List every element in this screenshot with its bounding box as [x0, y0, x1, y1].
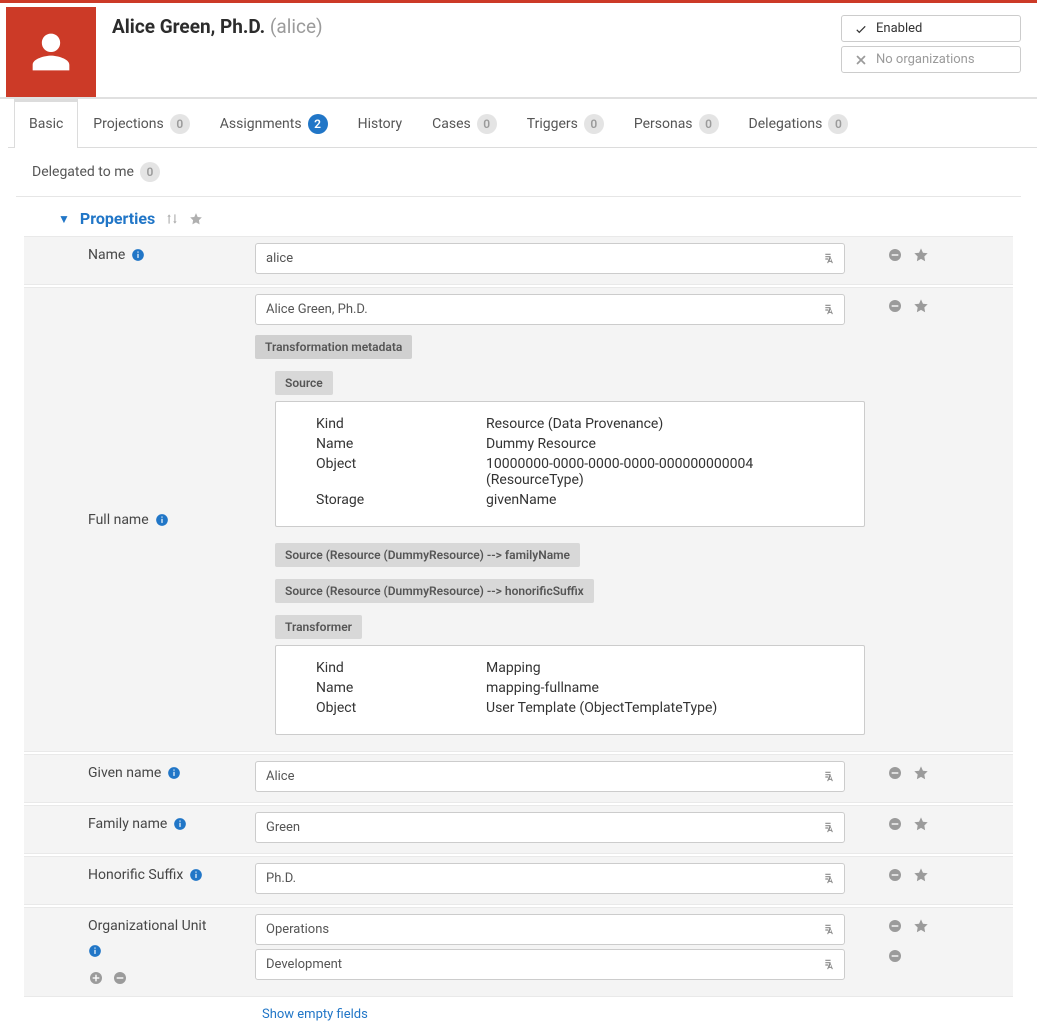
panel-source: KindResource (Data Provenance) NameDummy …	[275, 401, 865, 527]
tab-basic[interactable]: Basic	[14, 99, 78, 148]
tab-delegations[interactable]: Delegations0	[734, 99, 864, 148]
avatar	[6, 7, 96, 97]
badge: 2	[308, 114, 328, 134]
label-suffix: Honorific Suffix	[88, 867, 183, 883]
meta-item: Namemapping-fullname	[316, 680, 846, 696]
remove-button[interactable]	[887, 298, 903, 314]
field-given-name: Given name	[24, 754, 1013, 803]
star-button[interactable]	[913, 918, 929, 934]
add-value-button[interactable]	[88, 970, 104, 986]
remove-button[interactable]	[887, 816, 903, 832]
badge: 0	[140, 162, 160, 182]
tab-cases[interactable]: Cases0	[417, 99, 512, 148]
tab-bar: BasicProjections0Assignments2HistoryCase…	[8, 99, 1037, 148]
title-name: Alice Green, Ph.D.	[112, 15, 265, 38]
star-button[interactable]	[913, 816, 929, 832]
lang-icon[interactable]	[823, 872, 837, 886]
lang-icon[interactable]	[823, 821, 837, 835]
input-suffix[interactable]	[255, 863, 845, 894]
label-full-name: Full name	[88, 512, 149, 528]
field-honorific-suffix: Honorific Suffix	[24, 856, 1013, 905]
meta-item: StoragegivenName	[316, 492, 846, 508]
input-name[interactable]	[255, 243, 845, 274]
lang-icon[interactable]	[823, 923, 837, 937]
secondary-tab-bar: Delegated to me 0	[16, 148, 1021, 197]
lang-icon[interactable]	[823, 303, 837, 317]
remove-button[interactable]	[887, 765, 903, 781]
check-icon	[854, 22, 868, 36]
badge: 0	[477, 114, 497, 134]
tab-personas[interactable]: Personas0	[619, 99, 734, 148]
tab-triggers[interactable]: Triggers0	[512, 99, 619, 148]
chip-source-family[interactable]: Source (Resource (DummyResource) --> fam…	[275, 543, 580, 567]
label-given-name: Given name	[88, 765, 161, 781]
badge: 0	[828, 114, 848, 134]
meta-item: KindMapping	[316, 660, 846, 676]
info-icon[interactable]	[189, 868, 203, 882]
star-button[interactable]	[913, 867, 929, 883]
info-icon[interactable]	[88, 944, 102, 958]
star-button[interactable]	[913, 298, 929, 314]
field-name: Name	[24, 236, 1013, 285]
show-empty-link[interactable]: Show empty fields	[262, 1007, 368, 1022]
chip-source[interactable]: Source	[275, 371, 333, 395]
chip-transformation-metadata[interactable]: Transformation metadata	[255, 335, 412, 359]
caret-down-icon: ▼	[58, 212, 70, 226]
badge: 0	[170, 114, 190, 134]
tab-delegated-to-me[interactable]: Delegated to me 0	[22, 148, 170, 196]
remove-button[interactable]	[887, 867, 903, 883]
label-org-unit: Organizational Unit	[88, 918, 206, 934]
chip-source-suffix[interactable]: Source (Resource (DummyResource) --> hon…	[275, 579, 594, 603]
badge: 0	[584, 114, 604, 134]
page-title: Alice Green, Ph.D. (alice)	[112, 15, 323, 38]
remove-value-button[interactable]	[112, 970, 128, 986]
label-family-name: Family name	[88, 816, 167, 832]
status-no-orgs[interactable]: No organizations	[841, 46, 1021, 73]
label-name: Name	[88, 247, 125, 263]
lang-icon[interactable]	[823, 770, 837, 784]
info-icon[interactable]	[155, 513, 169, 527]
meta-item: KindResource (Data Provenance)	[316, 416, 846, 432]
lang-icon[interactable]	[823, 252, 837, 266]
meta-item: NameDummy Resource	[316, 436, 846, 452]
tab-projections[interactable]: Projections0	[78, 99, 204, 148]
user-icon	[29, 30, 73, 74]
page-header: Alice Green, Ph.D. (alice) Enabled No or…	[0, 3, 1037, 99]
input-family-name[interactable]	[255, 812, 845, 843]
star-button[interactable]	[913, 765, 929, 781]
info-icon[interactable]	[173, 817, 187, 831]
sort-icon[interactable]	[165, 212, 179, 226]
tab-assignments[interactable]: Assignments2	[205, 99, 343, 148]
field-full-name: Full name Transformation metadata Source…	[24, 287, 1013, 752]
panel-transformer: KindMapping Namemapping-fullname ObjectUse…	[275, 645, 865, 735]
input-ou-0[interactable]	[255, 914, 845, 945]
field-org-unit: Organizational Unit	[24, 907, 1013, 997]
info-icon[interactable]	[167, 766, 181, 780]
status-enabled[interactable]: Enabled	[841, 15, 1021, 42]
input-full-name[interactable]	[255, 294, 845, 325]
remove-button[interactable]	[887, 918, 903, 934]
input-given-name[interactable]	[255, 761, 845, 792]
input-ou-1[interactable]	[255, 949, 845, 980]
section-properties-header[interactable]: ▼ Properties	[24, 197, 1013, 236]
star-button[interactable]	[913, 247, 929, 263]
meta-item: Object10000000-0000-0000-0000-0000000000…	[316, 456, 846, 488]
remove-button[interactable]	[887, 247, 903, 263]
lang-icon[interactable]	[823, 958, 837, 972]
meta-item: ObjectUser Template (ObjectTemplateType)	[316, 700, 846, 716]
info-icon[interactable]	[131, 248, 145, 262]
chip-transformer[interactable]: Transformer	[275, 615, 362, 639]
remove-button[interactable]	[887, 948, 903, 964]
star-icon[interactable]	[189, 212, 203, 226]
field-family-name: Family name	[24, 805, 1013, 854]
badge: 0	[699, 114, 719, 134]
title-login: (alice)	[270, 15, 323, 38]
close-icon	[854, 53, 868, 67]
tab-history[interactable]: History	[343, 99, 418, 148]
